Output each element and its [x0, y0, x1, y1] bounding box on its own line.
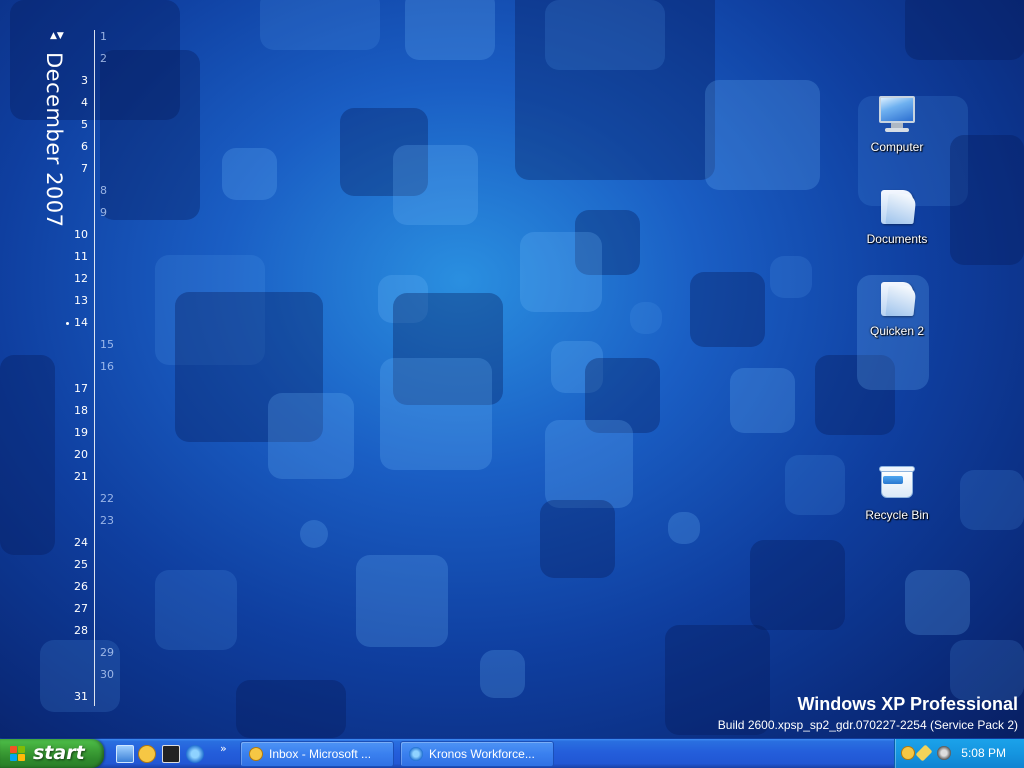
calendar-weekend-day: 23 — [100, 514, 114, 527]
folder-icon — [877, 186, 917, 226]
calendar-weekend-day: 9 — [100, 206, 107, 219]
internet-explorer-icon[interactable] — [186, 745, 204, 763]
desktop-icon-recycle-bin[interactable]: Recycle Bin — [852, 462, 942, 522]
pencil-tray-icon[interactable] — [915, 744, 933, 762]
desktop-icon-documents[interactable]: Documents — [852, 186, 942, 246]
internet-explorer-icon — [409, 747, 423, 761]
recycle-bin-icon — [877, 462, 917, 502]
wallpaper-square — [545, 0, 665, 70]
media-player-icon[interactable] — [162, 745, 180, 763]
calendar-weekday: 17 — [74, 382, 88, 395]
calendar-weekday: 18 — [74, 404, 88, 417]
calendar-weekday: 7 — [81, 162, 88, 175]
calendar-weekday: 5 — [81, 118, 88, 131]
wallpaper-square — [268, 393, 354, 479]
wallpaper-square — [380, 358, 492, 470]
clock[interactable]: 5:08 PM — [961, 746, 1006, 760]
wallpaper-square — [905, 0, 1024, 60]
calendar-widget: ▲▼ December 2007 1 2 3 4 5 6 7 8 9 10 11 12 13 14 15 16… — [36, 30, 126, 710]
calendar-weekend-day: 29 — [100, 646, 114, 659]
calendar-weekday: 19 — [74, 426, 88, 439]
desktop-icon-computer[interactable]: Computer — [852, 94, 942, 154]
calendar-weekday: 24 — [74, 536, 88, 549]
wallpaper-square — [668, 512, 700, 544]
wallpaper-square — [520, 232, 602, 312]
calendar-weekday: 25 — [74, 558, 88, 571]
calendar-weekend-day: 30 — [100, 668, 114, 681]
calendar-weekday: 26 — [74, 580, 88, 593]
wallpaper-square — [393, 145, 478, 225]
calendar-weekday: 28 — [74, 624, 88, 637]
calendar-weekday: 20 — [74, 448, 88, 461]
calendar-weekday: 10 — [74, 228, 88, 241]
wallpaper-square — [300, 520, 328, 548]
calendar-weekday: 14 — [74, 316, 88, 329]
calendar-divider — [94, 30, 95, 706]
calendar-weekend-day: 8 — [100, 184, 107, 197]
wallpaper-square — [730, 368, 795, 433]
wallpaper-square — [630, 302, 662, 334]
folder-icon — [877, 278, 917, 318]
calendar-month-title: December 2007 — [42, 52, 66, 228]
calendar-weekday: 12 — [74, 272, 88, 285]
desktop-icon-quicken[interactable]: Quicken 2 — [852, 278, 942, 338]
taskbar-window-kronos[interactable]: Kronos Workforce... — [400, 741, 554, 767]
calendar-weekday: 21 — [74, 470, 88, 483]
outlook-icon[interactable] — [138, 745, 156, 763]
calendar-weekend-day: 2 — [100, 52, 107, 65]
wallpaper-square — [690, 272, 765, 347]
wallpaper-square — [545, 420, 633, 508]
wallpaper-square — [540, 500, 615, 578]
wallpaper-square — [950, 640, 1024, 700]
desktop-icon-label: Documents — [866, 232, 928, 246]
calendar-weekday: 3 — [81, 74, 88, 87]
wallpaper-square — [236, 680, 346, 738]
calendar-weekend-day: 22 — [100, 492, 114, 505]
wallpaper-square — [905, 570, 970, 635]
desktop-icon-label: Recycle Bin — [865, 508, 929, 522]
calendar-weekday: 6 — [81, 140, 88, 153]
desktop-background: ▲▼ December 2007 1 2 3 4 5 6 7 8 9 10 11 12 13 14 15 16… — [0, 0, 1024, 738]
taskbar-window-label: Inbox - Microsoft ... — [269, 747, 372, 761]
wallpaper-square — [960, 470, 1024, 530]
wallpaper-square — [260, 0, 380, 50]
taskbar: start » Inbox - Microsoft ... Kronos Wor… — [0, 738, 1024, 768]
wallpaper-square — [356, 555, 448, 647]
network-tray-icon[interactable] — [937, 746, 951, 760]
calendar-nav-arrows-icon[interactable]: ▲▼ — [50, 32, 64, 41]
start-button[interactable]: start — [0, 739, 104, 768]
outlook-tray-icon[interactable] — [901, 746, 915, 760]
os-build-label: Build 2600.xpsp_sp2_gdr.070227-2254 (Ser… — [717, 718, 1018, 732]
quick-launch-bar: » — [112, 742, 236, 766]
calendar-weekend-day: 15 — [100, 338, 114, 351]
show-desktop-icon[interactable] — [116, 745, 134, 763]
calendar-weekday: 13 — [74, 294, 88, 307]
wallpaper-square — [405, 0, 495, 60]
quick-launch-more-button[interactable]: » — [220, 742, 227, 755]
desktop-icon-label: Computer — [870, 140, 924, 154]
taskbar-window-label: Kronos Workforce... — [429, 747, 535, 761]
desktop-icon-label: Quicken 2 — [869, 324, 925, 338]
calendar-weekend-day: 1 — [100, 30, 107, 43]
computer-icon — [877, 94, 917, 134]
outlook-icon — [249, 747, 263, 761]
system-tray: 5:08 PM — [894, 739, 1024, 768]
calendar-weekday: 11 — [74, 250, 88, 263]
wallpaper-square — [222, 148, 277, 200]
calendar-weekend-day: 16 — [100, 360, 114, 373]
start-label: start — [33, 742, 85, 764]
wallpaper-square — [785, 455, 845, 515]
calendar-weekday: 31 — [74, 690, 88, 703]
wallpaper-square — [950, 135, 1024, 265]
windows-logo-icon — [10, 746, 26, 762]
taskbar-window-inbox[interactable]: Inbox - Microsoft ... — [240, 741, 394, 767]
os-edition-label: Windows XP Professional — [797, 694, 1018, 714]
calendar-weekday: 27 — [74, 602, 88, 615]
wallpaper-square — [750, 540, 845, 630]
calendar-weekday: 4 — [81, 96, 88, 109]
wallpaper-square — [770, 256, 812, 298]
wallpaper-square — [705, 80, 820, 190]
wallpaper-square — [155, 570, 237, 650]
wallpaper-square — [480, 650, 525, 698]
